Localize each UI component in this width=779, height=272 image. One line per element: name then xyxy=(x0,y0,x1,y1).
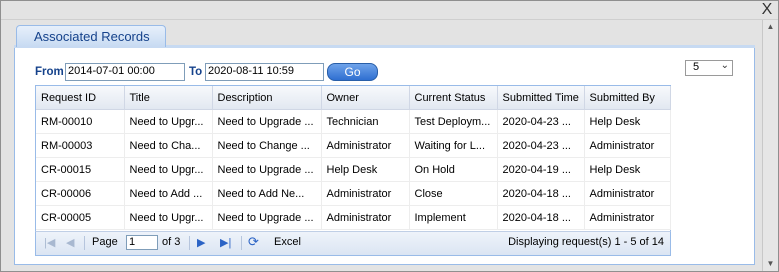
cell[interactable]: RM-00003 xyxy=(36,133,125,158)
scroll-up-icon[interactable]: ▲ xyxy=(763,20,778,34)
cell[interactable]: Administrator xyxy=(584,181,671,206)
cell[interactable]: CR-00006 xyxy=(36,181,125,206)
cell[interactable]: Need to Change ... xyxy=(212,133,322,158)
title-bar: X xyxy=(1,1,778,20)
tab-associated-records[interactable]: Associated Records xyxy=(16,25,166,47)
pagination-toolbar: |◀ ◀ Page 1 of 3 ▶ ▶| ⟳ Excel Displaying… xyxy=(35,231,671,256)
dialog-window: X ▲ ▼ Associated Records From 2014-07-01… xyxy=(0,0,779,272)
col-owner[interactable]: Owner xyxy=(321,86,410,110)
close-button[interactable]: X xyxy=(759,2,775,18)
table-row[interactable]: RM-00010 Need to Upgr... Need to Upgrade… xyxy=(36,109,671,134)
cell[interactable]: Test Deploym... xyxy=(409,109,498,134)
page-label: Page xyxy=(92,236,118,248)
to-date-input[interactable]: 2020-08-11 10:59 xyxy=(205,63,324,81)
cell[interactable]: 2020-04-23 ... xyxy=(497,109,585,134)
page-number-input[interactable]: 1 xyxy=(126,235,158,250)
cell[interactable]: Help Desk xyxy=(321,157,410,182)
excel-export-link[interactable]: Excel xyxy=(274,236,301,248)
cell[interactable]: Administrator xyxy=(584,133,671,158)
col-description[interactable]: Description xyxy=(212,86,322,110)
from-date-input[interactable]: 2014-07-01 00:00 xyxy=(65,63,185,81)
cell[interactable]: RM-00010 xyxy=(36,109,125,134)
cell[interactable]: Need to Cha... xyxy=(124,133,213,158)
table-row[interactable]: CR-00005 Need to Upgr... Need to Upgrade… xyxy=(36,205,671,230)
records-table: Request ID Title Description Owner Curre… xyxy=(36,86,671,230)
chevron-down-icon: ⌄ xyxy=(720,60,729,71)
first-page-icon[interactable]: |◀ xyxy=(44,236,55,249)
cell[interactable]: Administrator xyxy=(321,133,410,158)
cell[interactable]: On Hold xyxy=(409,157,498,182)
separator xyxy=(189,236,190,250)
page-count-label: of 3 xyxy=(162,236,181,248)
col-request-id[interactable]: Request ID xyxy=(36,86,125,110)
cell[interactable]: Administrator xyxy=(584,205,671,230)
last-page-icon[interactable]: ▶| xyxy=(220,236,231,249)
cell[interactable]: Need to Upgrade ... xyxy=(212,109,322,134)
table-row[interactable]: CR-00015 Need to Upgr... Need to Upgrade… xyxy=(36,157,671,182)
col-submitted-by[interactable]: Submitted By xyxy=(584,86,671,110)
tab-label: Associated Records xyxy=(34,29,150,44)
cell[interactable]: CR-00015 xyxy=(36,157,125,182)
cell[interactable]: Need to Upgrade ... xyxy=(212,205,322,230)
cell[interactable]: CR-00005 xyxy=(36,205,125,230)
cell[interactable]: Need to Upgrade ... xyxy=(212,157,322,182)
col-current-status[interactable]: Current Status xyxy=(409,86,498,110)
scroll-down-icon[interactable]: ▼ xyxy=(763,257,778,271)
cell[interactable]: Close xyxy=(409,181,498,206)
table-row[interactable]: RM-00003 Need to Cha... Need to Change .… xyxy=(36,133,671,158)
display-info: Displaying request(s) 1 - 5 of 14 xyxy=(508,236,664,248)
col-title[interactable]: Title xyxy=(124,86,213,110)
cell[interactable]: Implement xyxy=(409,205,498,230)
cell[interactable]: Need to Add ... xyxy=(124,181,213,206)
cell[interactable]: Waiting for L... xyxy=(409,133,498,158)
separator xyxy=(84,236,85,250)
to-label: To xyxy=(189,66,203,78)
vertical-scrollbar[interactable]: ▲ ▼ xyxy=(762,20,778,271)
cell[interactable]: Administrator xyxy=(321,205,410,230)
cell[interactable]: Administrator xyxy=(321,181,410,206)
cell[interactable]: Need to Upgr... xyxy=(124,109,213,134)
records-grid: Request ID Title Description Owner Curre… xyxy=(35,85,671,233)
cell[interactable]: Help Desk xyxy=(584,157,671,182)
page-size-select[interactable]: 5 ⌄ xyxy=(685,60,733,76)
cell[interactable]: 2020-04-23 ... xyxy=(497,133,585,158)
separator xyxy=(241,236,242,250)
cell[interactable]: 2020-04-18 ... xyxy=(497,181,585,206)
next-page-icon[interactable]: ▶ xyxy=(197,236,205,249)
page-size-value: 5 xyxy=(693,61,700,73)
cell[interactable]: Need to Upgr... xyxy=(124,157,213,182)
cell[interactable]: Need to Add Ne... xyxy=(212,181,322,206)
col-submitted-time[interactable]: Submitted Time xyxy=(497,86,585,110)
cell[interactable]: Need to Upgr... xyxy=(124,205,213,230)
cell[interactable]: 2020-04-18 ... xyxy=(497,205,585,230)
cell[interactable]: 2020-04-19 ... xyxy=(497,157,585,182)
cell[interactable]: Help Desk xyxy=(584,109,671,134)
cell[interactable]: Technician xyxy=(321,109,410,134)
refresh-icon[interactable]: ⟳ xyxy=(248,234,259,250)
from-label: From xyxy=(35,66,64,78)
header-row: Request ID Title Description Owner Curre… xyxy=(36,86,671,110)
go-button[interactable]: Go xyxy=(327,63,378,81)
prev-page-icon[interactable]: ◀ xyxy=(66,236,74,249)
table-row[interactable]: CR-00006 Need to Add ... Need to Add Ne.… xyxy=(36,181,671,206)
